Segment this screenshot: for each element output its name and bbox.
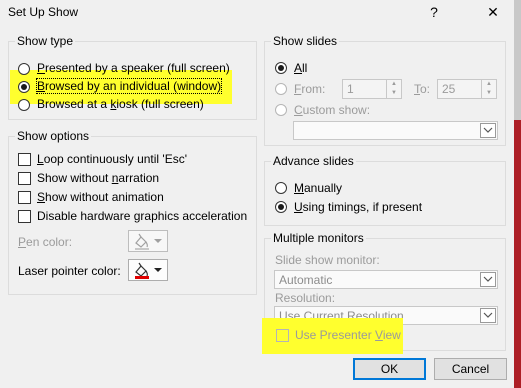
using-timings-radio[interactable] bbox=[275, 201, 287, 213]
show-slides-legend: Show slides bbox=[271, 34, 340, 48]
to-value: 25 bbox=[442, 82, 456, 96]
chevron-down-icon[interactable] bbox=[480, 272, 496, 287]
all-slides-radio[interactable] bbox=[275, 62, 287, 74]
pen-color-dropdown-icon bbox=[154, 239, 162, 243]
browsed-at-kiosk-label: Browsed at a kiosk (full screen) bbox=[37, 97, 204, 111]
close-button[interactable]: ✕ bbox=[476, 0, 510, 24]
presented-by-speaker-radio[interactable] bbox=[18, 63, 30, 75]
laser-color-swatch bbox=[135, 276, 149, 279]
set-up-show-dialog: Set Up Show ? ✕ Show type Presented by a… bbox=[0, 0, 515, 388]
chevron-down-icon[interactable] bbox=[480, 308, 496, 323]
using-timings-label: Using timings, if present bbox=[294, 200, 423, 214]
browsed-at-kiosk-radio[interactable] bbox=[18, 99, 30, 111]
dialog-title: Set Up Show bbox=[8, 5, 79, 19]
all-slides-label: All bbox=[294, 61, 308, 75]
help-icon: ? bbox=[430, 4, 438, 20]
from-spinner[interactable]: 1 ▲ ▼ bbox=[342, 79, 402, 99]
resolution-label: Resolution: bbox=[275, 291, 336, 305]
to-spinner-arrows-icon[interactable]: ▲ ▼ bbox=[481, 80, 496, 98]
slide-show-monitor-select[interactable]: Automatic bbox=[274, 270, 498, 289]
from-value: 1 bbox=[347, 82, 354, 96]
laser-pointer-color-label: Laser pointer color: bbox=[18, 264, 121, 278]
to-label: To: bbox=[414, 82, 431, 96]
show-without-animation-checkbox[interactable] bbox=[18, 191, 31, 204]
cancel-button[interactable]: Cancel bbox=[434, 358, 507, 380]
custom-show-label: Custom show: bbox=[294, 103, 371, 117]
browsed-by-individual-label: Browsed by an individual (window) bbox=[35, 78, 223, 94]
loop-continuously-label: Loop continuously until 'Esc' bbox=[37, 152, 188, 166]
laser-color-dropdown-icon bbox=[154, 268, 162, 272]
from-label: From: bbox=[294, 82, 326, 96]
show-without-narration-checkbox[interactable] bbox=[18, 172, 31, 185]
show-type-legend: Show type bbox=[15, 34, 76, 48]
pen-color-label: Pen color: bbox=[18, 235, 73, 249]
disable-hardware-acceleration-checkbox[interactable] bbox=[18, 210, 31, 223]
help-button[interactable]: ? bbox=[417, 0, 451, 24]
use-presenter-view-label: Use Presenter View bbox=[295, 328, 401, 342]
from-slides-radio[interactable] bbox=[275, 83, 287, 95]
from-spinner-arrows-icon[interactable]: ▲ ▼ bbox=[386, 80, 401, 98]
browsed-by-individual-radio[interactable] bbox=[18, 81, 30, 93]
manually-label: Manually bbox=[294, 181, 343, 195]
multiple-monitors-legend: Multiple monitors bbox=[271, 231, 366, 245]
laser-pointer-color-button[interactable] bbox=[128, 259, 168, 281]
custom-show-select[interactable] bbox=[293, 121, 498, 140]
show-options-legend: Show options bbox=[15, 129, 92, 143]
slide-show-monitor-label: Slide show monitor: bbox=[275, 253, 380, 267]
presented-by-speaker-label: Presented by a speaker (full screen) bbox=[37, 61, 230, 75]
loop-continuously-checkbox[interactable] bbox=[18, 153, 31, 166]
custom-show-radio[interactable] bbox=[275, 104, 287, 116]
slide-show-monitor-value: Automatic bbox=[279, 273, 333, 287]
ok-button[interactable]: OK bbox=[353, 358, 426, 380]
chevron-down-icon[interactable] bbox=[480, 123, 496, 138]
to-spinner[interactable]: 25 ▲ ▼ bbox=[437, 79, 497, 99]
pen-color-button[interactable] bbox=[128, 230, 168, 252]
use-presenter-view-checkbox[interactable] bbox=[276, 329, 289, 342]
advance-slides-legend: Advance slides bbox=[271, 154, 356, 168]
background-slide-edge bbox=[514, 0, 521, 388]
show-without-animation-label: Show without animation bbox=[37, 190, 164, 204]
show-without-narration-label: Show without narration bbox=[37, 171, 160, 185]
disable-hardware-acceleration-label: Disable hardware graphics acceleration bbox=[37, 209, 248, 223]
close-icon: ✕ bbox=[487, 3, 499, 20]
manually-radio[interactable] bbox=[275, 182, 287, 194]
